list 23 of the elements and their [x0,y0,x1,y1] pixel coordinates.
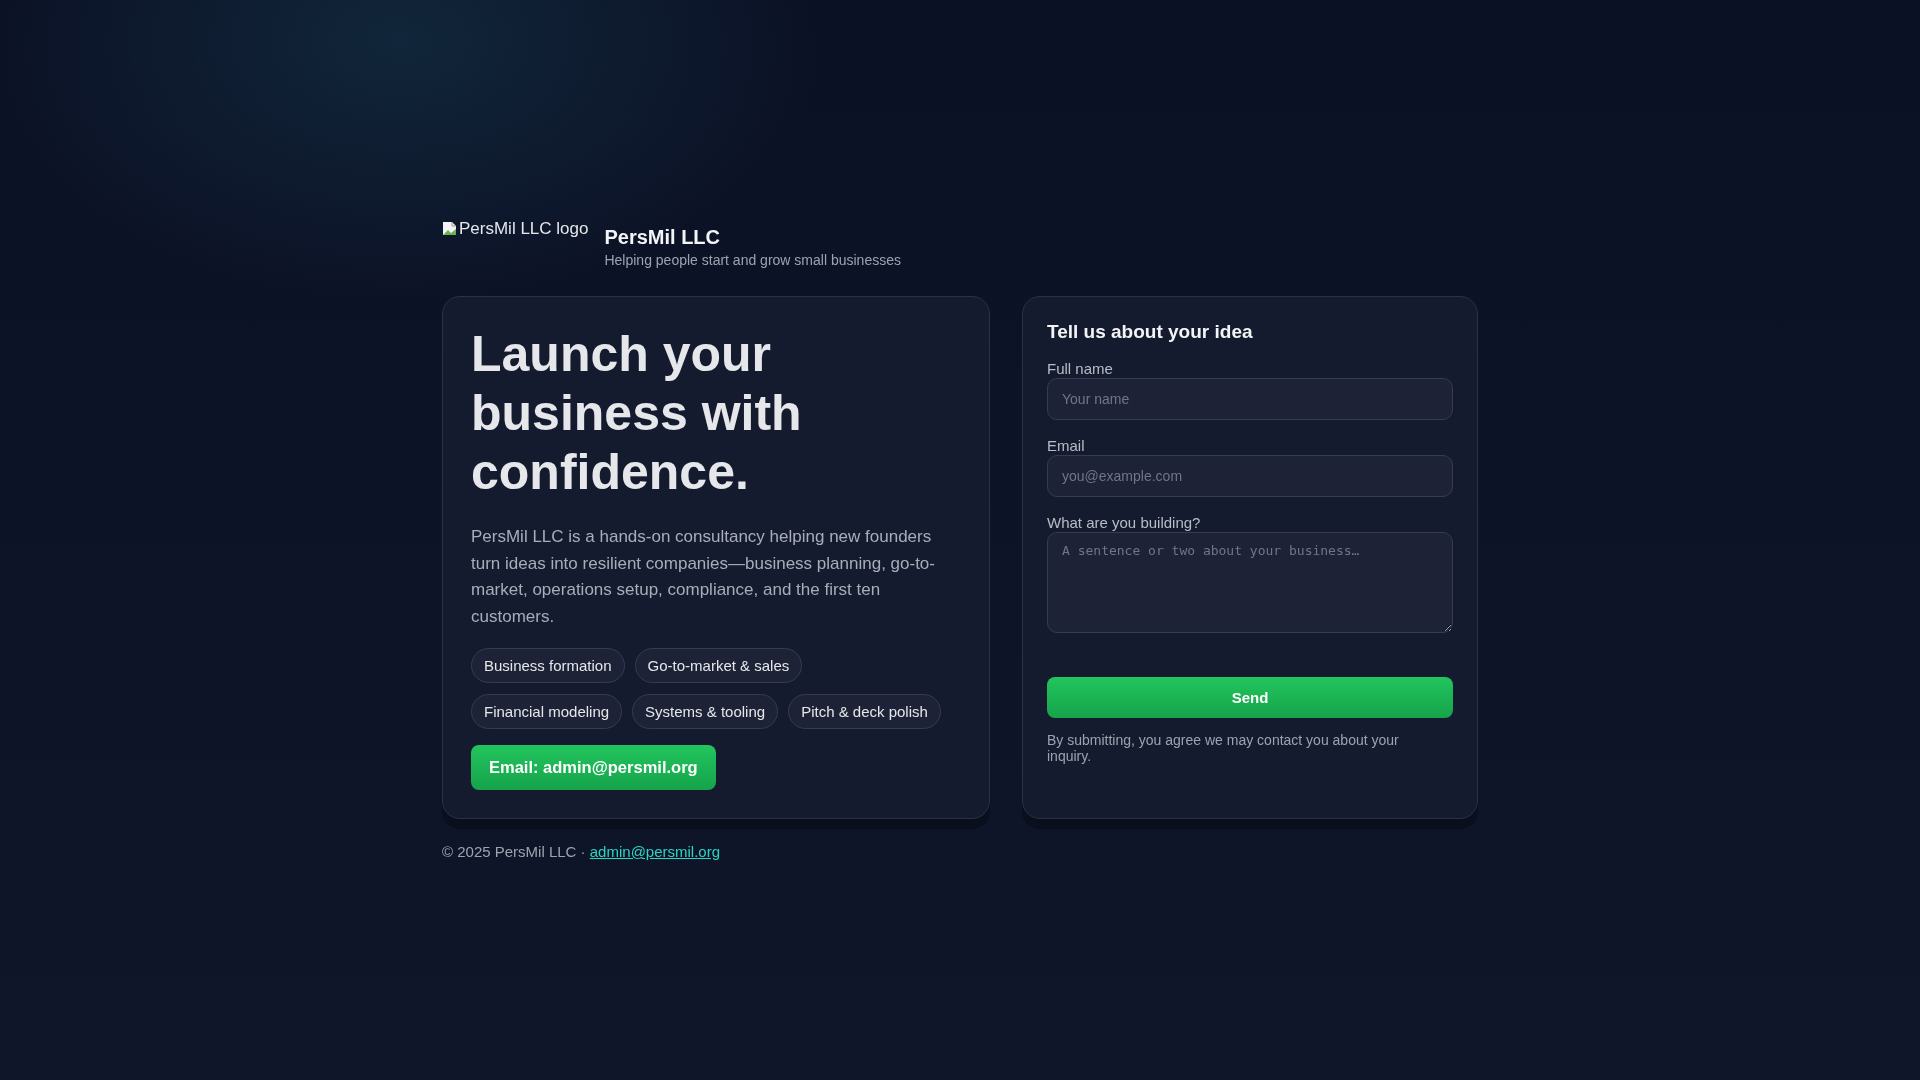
copyright-text: © 2025 PersMil LLC · [442,843,586,860]
service-tag: Systems & tooling [632,694,779,729]
field-label: Email [1047,437,1086,454]
tagline: Helping people start and grow small businesses [604,252,901,268]
name-field[interactable]: Your name [1047,378,1453,420]
service-tag: Pitch & deck polish [788,694,941,729]
field-label: Full name [1047,360,1114,377]
email-button[interactable]: Email: admin@persmil.org [471,745,716,790]
send-button[interactable]: Send [1047,677,1453,718]
service-tag: Go-to-market & sales [634,648,803,683]
field-label: What are you building? [1047,514,1202,531]
service-tag: Financial modeling [471,694,623,729]
hero-headline: Launch your business with confidence. [471,325,803,502]
logo-alt-text: PersMil LLC logo [459,219,589,239]
form-title: Tell us about your idea [1047,321,1254,343]
email-link[interactable]: admin@persmil.org [589,843,721,860]
message-field[interactable]: A sentence or two about your business… [1047,532,1453,633]
hero-description: PersMil LLC is a hands-on consultancy helping new founders turn ideas into resilient companies—business planning, go-to-market, operations setup, compliance, and the first ten customers. [471,526,936,628]
brand-name: PersMil LLC [604,226,722,249]
broken-image-icon [442,221,458,237]
service-tag: Business formation [471,648,625,683]
email-field[interactable]: you@example.com [1047,455,1453,497]
consent-note: By submitting, you agree we may contact you about your inquiry. [1047,732,1400,764]
